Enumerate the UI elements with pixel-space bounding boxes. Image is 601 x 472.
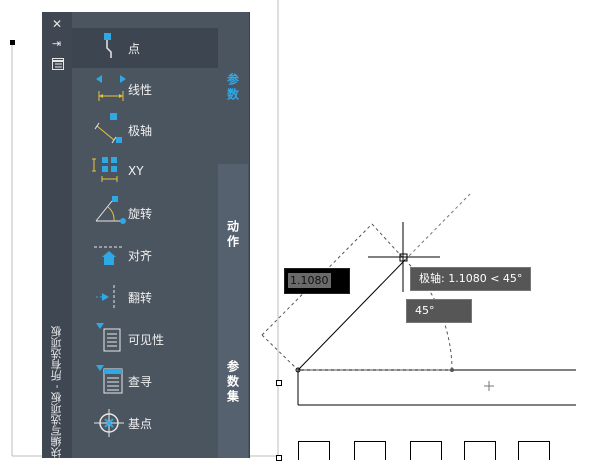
palette-item-linear[interactable]: 线性 <box>72 69 240 109</box>
extension-line-1 <box>261 334 299 371</box>
angle-tooltip-text: 45° <box>415 304 435 317</box>
palette-title: 块编写选项板 - 所有选项板 <box>50 326 63 458</box>
properties-icon[interactable] <box>52 58 64 72</box>
point-param-icon <box>90 28 132 68</box>
grip-mid-right[interactable] <box>276 380 282 386</box>
flip-param-icon <box>90 277 132 317</box>
palette-item-label: 可见性 <box>128 332 165 347</box>
grip-bottom-right[interactable] <box>276 455 282 461</box>
grip-top-left[interactable] <box>10 40 15 45</box>
palette-item-alignment[interactable]: 对齐 <box>72 235 240 275</box>
close-icon[interactable]: ✕ <box>52 18 62 30</box>
alignment-param-icon <box>90 235 132 275</box>
block-box-1 <box>298 441 330 460</box>
polar-tooltip-text: 极轴: 1.1080 < 45° <box>419 272 523 285</box>
palette-tabs: 参数 动作 参数集 <box>218 12 248 458</box>
block-box-2 <box>354 441 386 460</box>
tab-actions[interactable]: 动作 <box>218 164 248 306</box>
dynamic-input-field[interactable]: 1.1080 <box>284 268 350 294</box>
arc-end-marker <box>450 368 454 372</box>
palette-item-point[interactable]: 点 <box>72 28 240 68</box>
block-box-3 <box>410 441 442 460</box>
palette-item-flip[interactable]: 翻转 <box>72 277 240 317</box>
palette-item-rotation[interactable]: 旋转 <box>72 193 240 233</box>
tab-parameter-sets[interactable]: 参数集 <box>218 306 248 458</box>
basepoint-param-icon <box>90 403 132 443</box>
rotation-param-icon <box>90 193 132 233</box>
block-box-4 <box>464 441 496 460</box>
palette-item-lookup[interactable]: 查寻 <box>72 361 240 401</box>
block-box-5 <box>518 441 550 460</box>
tab-parameters[interactable]: 参数 <box>218 12 248 164</box>
lookup-param-icon <box>90 361 132 401</box>
xy-param-icon <box>90 151 132 191</box>
polar-tooltip: 极轴: 1.1080 < 45° <box>410 267 532 291</box>
auto-hide-icon[interactable]: ⇥ <box>52 38 61 50</box>
polar-param-icon <box>90 110 132 150</box>
angle-tooltip: 45° <box>406 299 472 323</box>
palette-item-basepoint[interactable]: 基点 <box>72 403 240 443</box>
palette-item-visibility[interactable]: 可见性 <box>72 319 240 359</box>
polar-tracking-line <box>404 193 471 261</box>
linear-param-icon <box>90 69 132 109</box>
palette-item-polar[interactable]: 极轴 <box>72 110 240 150</box>
palette-item-xy[interactable]: XY <box>72 151 240 191</box>
dynamic-input-value: 1.1080 <box>288 273 331 288</box>
visibility-param-icon <box>90 319 132 359</box>
